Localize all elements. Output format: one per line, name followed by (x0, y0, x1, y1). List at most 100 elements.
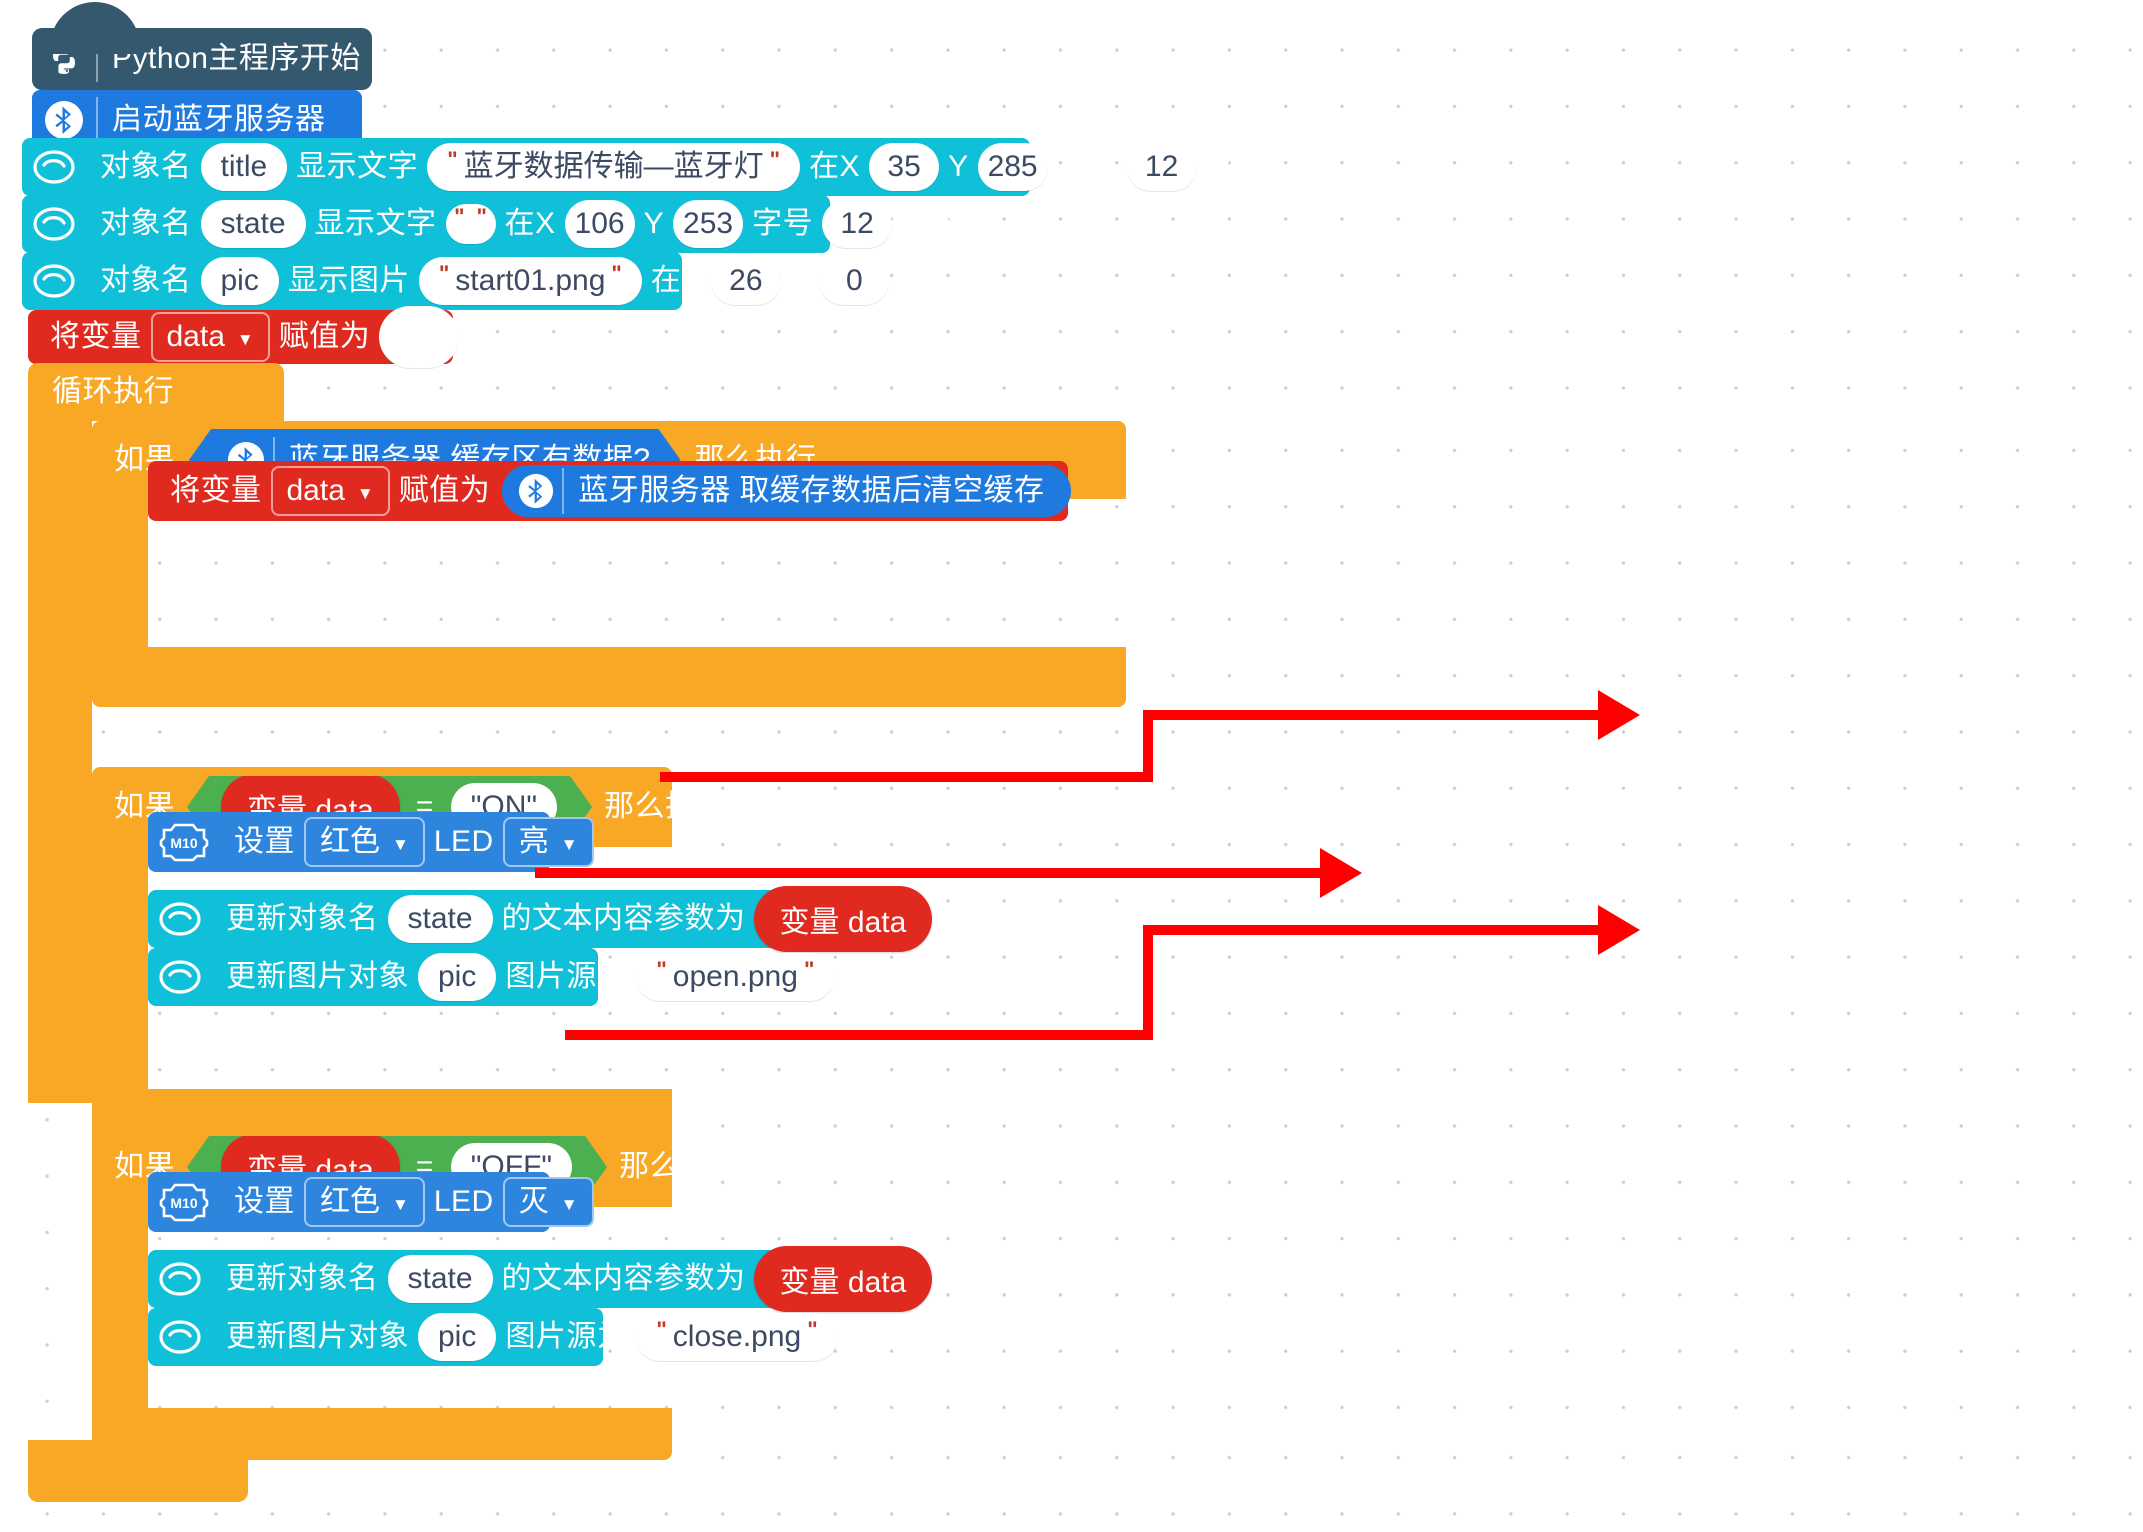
field-title-text[interactable]: " 蓝牙数据传输—蓝牙灯 " (427, 143, 801, 191)
reporter-variable-data[interactable]: 变量 data (753, 886, 933, 952)
display-icon (148, 1258, 212, 1300)
block-update-image-pic-on[interactable]: 更新图片对象 pic 图片源为 " open.png " (148, 948, 835, 1006)
field-state-y[interactable]: 253 (673, 200, 744, 248)
block-set-led-off[interactable]: M10 设置 红色 ▼ LED 灭 ▼ (148, 1172, 594, 1232)
block-if-data-on-body (92, 847, 148, 1089)
label-set: 设置 (234, 1185, 295, 1218)
reporter-bt-read-clear[interactable]: 蓝牙服务器 取缓存数据后清空缓存 (502, 465, 1071, 517)
dropdown-led-color-off[interactable]: 红色 ▼ (304, 1177, 425, 1227)
block-if-has-data-foot (92, 647, 1126, 707)
label-color: 颜色 (901, 207, 963, 240)
label-led: LED (433, 825, 494, 858)
display-icon (22, 260, 86, 302)
field-object-name-state[interactable]: state (200, 200, 306, 248)
label-update-object: 更新对象名 (226, 1262, 379, 1295)
quote-open: " (454, 204, 465, 229)
field-title-x[interactable]: 35 (869, 143, 940, 191)
dropdown-led-state-on[interactable]: 亮 ▼ (502, 817, 594, 867)
label-show-text: 显示文字 (314, 207, 437, 240)
quote-open: " (438, 261, 450, 286)
label-y: Y (789, 264, 811, 297)
field-image-source-open[interactable]: " open.png " (636, 953, 835, 1001)
label-assign-to: 赋值为 (278, 320, 371, 353)
label-show-text: 显示文字 (296, 150, 419, 183)
label-text-param: 的文本内容参数为 (501, 1262, 746, 1295)
label-update-image-object: 更新图片对象 (226, 1320, 409, 1353)
field-object-name-title[interactable]: title (200, 143, 288, 191)
field-title-text-value: 蓝牙数据传输—蓝牙灯 (463, 150, 764, 183)
label-then-do: 那么执行 (619, 1150, 742, 1183)
field-title-y[interactable]: 285 (977, 143, 1048, 191)
block-if-has-data-body (92, 499, 148, 647)
quote-open: " (656, 1317, 667, 1342)
label-y: Y (948, 150, 969, 183)
block-update-text-state-on[interactable]: 更新对象名 state 的文本内容参数为 变量 data (148, 886, 933, 952)
field-image-source-close[interactable]: " close.png " (636, 1313, 838, 1361)
field-object-name-state[interactable]: state (387, 1255, 493, 1303)
field-state-text[interactable]: " " (445, 204, 496, 244)
dropdown-led-state-off[interactable]: 灭 ▼ (502, 1177, 594, 1227)
field-pic-source[interactable]: " start01.png " (418, 257, 642, 305)
label-y: Y (643, 207, 665, 240)
block-divider (96, 36, 98, 82)
display-icon (148, 1316, 212, 1358)
dropdown-variable-data[interactable]: data ▼ (150, 312, 270, 362)
field-image-source-close-value: close.png (672, 1320, 802, 1353)
block-set-led-on[interactable]: M10 设置 红色 ▼ LED 亮 ▼ (148, 812, 594, 872)
label-image-source: 图片源为 (505, 960, 628, 993)
bluetooth-icon (510, 473, 562, 509)
label-object-name: 对象名 (100, 264, 192, 297)
block-display-text-title[interactable]: 对象名 title 显示文字 " 蓝牙数据传输—蓝牙灯 " 在X 35 Y 28… (22, 138, 1266, 196)
field-object-name-pic[interactable]: pic (200, 257, 279, 305)
quote-close: " (769, 147, 781, 172)
chevron-down-icon: ▼ (560, 1194, 578, 1214)
label-object-name: 对象名 (100, 207, 192, 240)
field-state-size[interactable]: 12 (822, 200, 893, 248)
label-set: 设置 (234, 825, 295, 858)
field-pic-source-value: start01.png (455, 264, 606, 297)
field-title-size[interactable]: 12 (1126, 143, 1197, 191)
label-at-x: 在X (504, 207, 556, 240)
block-update-image-pic-off[interactable]: 更新图片对象 pic 图片源为 " close.png " (148, 1308, 838, 1366)
quote-close: " (476, 204, 487, 229)
block-display-image-pic[interactable]: 对象名 pic 显示图片 " start01.png " 在X 26 Y 0 (22, 252, 890, 310)
block-label-bt-start: 启动蓝牙服务器 (112, 103, 326, 136)
block-update-text-state-off[interactable]: 更新对象名 state 的文本内容参数为 变量 data (148, 1246, 933, 1312)
block-set-variable-read-bt[interactable]: 将变量 data ▼ 赋值为 蓝牙服务器 取缓存数据后清空缓存 (148, 461, 1071, 521)
block-set-variable-init[interactable]: 将变量 data ▼ 赋值为 (28, 306, 460, 368)
svg-text:M10: M10 (170, 835, 197, 851)
dropdown-variable-data[interactable]: data ▼ (270, 466, 390, 516)
dropdown-led-color-off-value: 红色 (320, 1185, 380, 1218)
field-object-name-pic[interactable]: pic (418, 953, 497, 1001)
chevron-down-icon: ▼ (392, 1194, 409, 1214)
block-python-main-start[interactable]: Python主程序开始 (32, 2, 372, 90)
chevron-down-icon: ▼ (560, 834, 578, 854)
chevron-down-icon: ▼ (356, 483, 374, 503)
label-forever: 循环执行 (52, 375, 174, 408)
label-at-x: 在X (809, 150, 861, 183)
reporter-variable-data[interactable]: 变量 data (753, 1246, 933, 1312)
dropdown-led-color-on-value: 红色 (320, 825, 380, 858)
dropdown-variable-data-value: data (166, 320, 225, 353)
label-led: LED (433, 1185, 494, 1218)
label-assign-to: 赋值为 (398, 474, 491, 507)
label-set-variable: 将变量 (170, 474, 262, 507)
field-image-source-open-value: open.png (672, 960, 798, 993)
label-at-x: 在X (650, 264, 702, 297)
field-init-value[interactable] (379, 306, 460, 368)
label-then-do: 那么执行 (604, 790, 727, 823)
field-pic-x[interactable]: 26 (710, 257, 781, 305)
label-update-image-object: 更新图片对象 (226, 960, 409, 993)
field-object-name-pic[interactable]: pic (418, 1313, 497, 1361)
quote-open: " (447, 147, 458, 172)
field-object-name-state[interactable]: state (387, 895, 493, 943)
field-state-x[interactable]: 106 (564, 200, 635, 248)
quote-close: " (803, 957, 815, 982)
dropdown-led-color-on[interactable]: 红色 ▼ (304, 817, 425, 867)
label-image-source: 图片源为 (505, 1320, 628, 1353)
field-pic-y[interactable]: 0 (819, 257, 890, 305)
block-forever-loop-label-row: 循环执行 (28, 363, 308, 421)
m10-board-icon: M10 (148, 821, 220, 863)
block-display-text-state[interactable]: 对象名 state 显示文字 " " 在X 106 Y 253 字号 12 颜色 (22, 195, 962, 253)
display-icon (148, 898, 212, 940)
